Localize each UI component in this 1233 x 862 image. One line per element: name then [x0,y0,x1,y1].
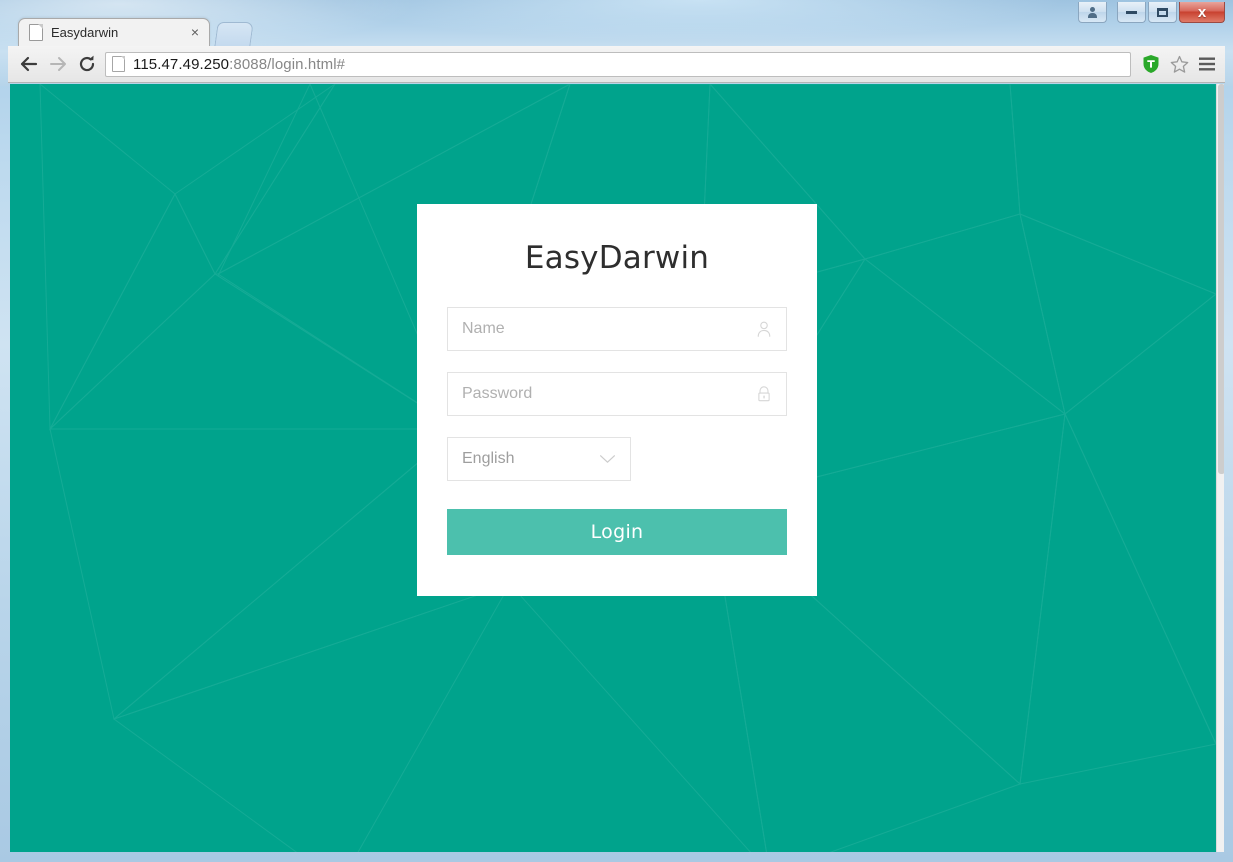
minimize-button[interactable] [1117,2,1146,23]
reload-button[interactable] [72,50,101,79]
toolbar-icons [1139,52,1219,76]
close-icon: x [1197,3,1207,21]
scrollbar-thumb[interactable] [1218,84,1224,474]
new-tab-button[interactable] [214,22,254,47]
tab-title: Easydarwin [51,25,119,40]
page-viewport: EasyDarwin Name English Login [10,84,1224,852]
forward-arrow-icon [49,57,66,71]
menu-hamburger-icon[interactable] [1195,52,1219,76]
shield-extension-icon[interactable] [1139,52,1163,76]
login-card: EasyDarwin Name English Login [417,204,817,596]
browser-window: Easydarwin × x 115.47.49.250:8088/login.… [0,0,1233,862]
reload-icon [79,55,94,72]
language-select[interactable]: English [447,437,631,481]
url-text: 115.47.49.250:8088/login.html# [133,56,345,73]
user-icon [1088,6,1097,18]
tab-easydarwin[interactable]: Easydarwin × [18,18,210,46]
url-path: :8088/login.html# [229,55,346,73]
vertical-scrollbar[interactable] [1216,84,1224,852]
url-host: 115.47.49.250 [133,55,230,73]
language-selected-value: English [462,450,515,467]
login-button[interactable]: Login [447,509,787,555]
minimize-icon [1126,10,1137,14]
chevron-down-icon [600,455,615,463]
close-icon[interactable]: × [187,24,203,41]
forward-button[interactable] [43,50,72,79]
page-icon [29,24,43,41]
page-icon [112,56,125,72]
password-field[interactable] [447,372,787,416]
maximize-button[interactable] [1148,2,1177,23]
back-button[interactable] [14,50,43,79]
username-field[interactable] [447,307,787,351]
password-input[interactable] [448,373,786,415]
user-account-button[interactable] [1078,2,1107,23]
page-title: EasyDarwin [524,240,710,276]
window-controls: x [1078,2,1225,23]
address-bar[interactable]: 115.47.49.250:8088/login.html# [105,51,1131,77]
username-input[interactable] [448,308,786,350]
tab-strip: Easydarwin × [0,0,1233,47]
login-form: English Login [417,307,817,555]
back-arrow-icon [20,56,37,72]
close-window-button[interactable]: x [1179,2,1225,23]
browser-toolbar: 115.47.49.250:8088/login.html# [8,46,1225,83]
bookmark-star-icon[interactable] [1167,52,1191,76]
maximize-icon [1157,7,1168,17]
